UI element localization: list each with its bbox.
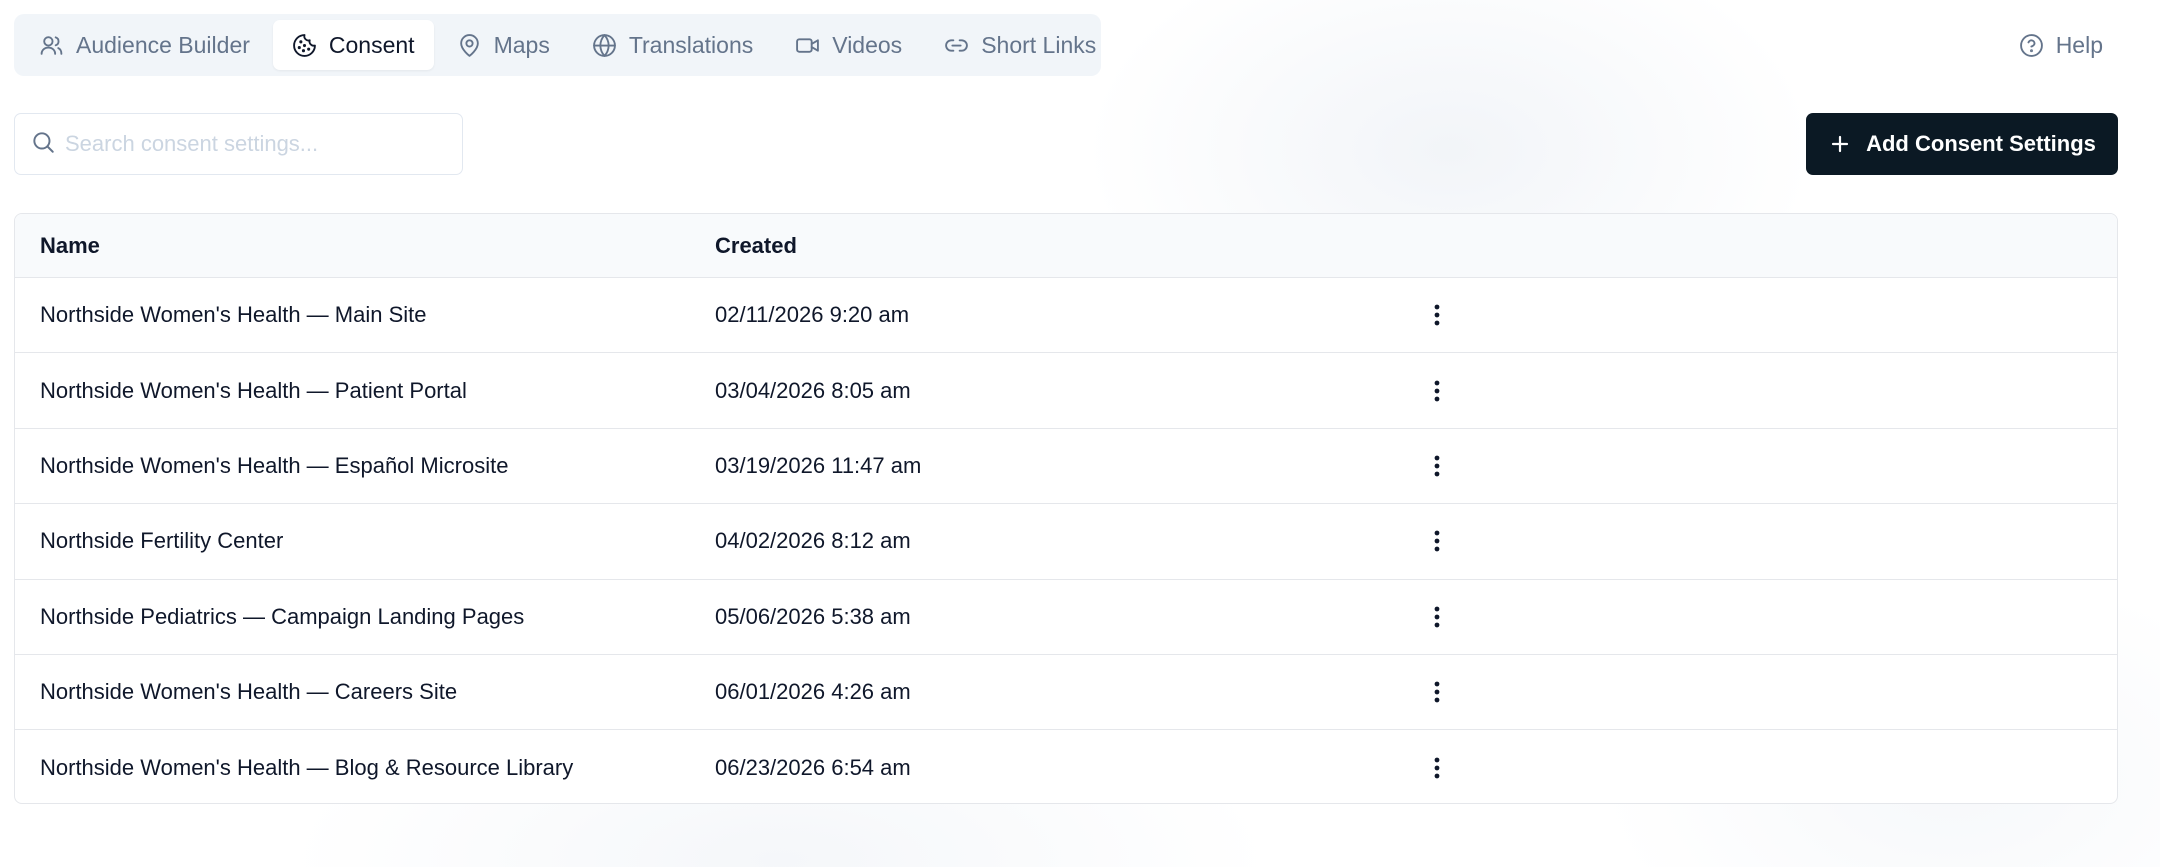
more-vertical-icon: [1434, 530, 1440, 552]
row-name: Northside Fertility Center: [40, 528, 284, 554]
help-label: Help: [2055, 31, 2103, 58]
table-row[interactable]: Northside Women's Health — Careers Site …: [15, 653, 2117, 729]
tab-label: Videos: [832, 31, 903, 58]
row-created: 02/11/2026 9:20 am: [715, 302, 910, 328]
more-vertical-icon: [1434, 681, 1440, 703]
tab-label: Maps: [493, 31, 550, 58]
tab-label: Translations: [628, 31, 754, 58]
row-name: Northside Women's Health — Careers Site: [40, 679, 458, 705]
row-created: 05/06/2026 5:38 am: [715, 603, 911, 629]
row-name: Northside Women's Health — Patient Porta…: [40, 377, 467, 403]
add-button-label: Add Consent Settings: [1866, 131, 2096, 156]
tab-audience-builder[interactable]: Audience Builder: [20, 20, 269, 70]
table-row[interactable]: Northside Women's Health — Blog & Resour…: [15, 729, 2117, 803]
help-link[interactable]: Help: [2019, 28, 2103, 62]
row-actions-button[interactable]: [1407, 672, 1467, 712]
row-name: Northside Women's Health — Main Site: [40, 302, 427, 328]
column-header-created[interactable]: Created: [715, 233, 1415, 259]
row-actions-button[interactable]: [1407, 371, 1467, 411]
search-box: [14, 113, 463, 175]
more-vertical-icon: [1434, 455, 1440, 477]
more-vertical-icon: [1434, 380, 1440, 401]
globe-icon: [592, 33, 617, 58]
row-created: 04/02/2026 8:12 am: [715, 528, 911, 554]
map-pin-icon: [457, 33, 482, 58]
column-header-name[interactable]: Name: [15, 233, 715, 259]
row-created: 03/19/2026 11:47 am: [715, 452, 922, 478]
row-name: Northside Women's Health — Español Micro…: [40, 452, 509, 478]
table-row[interactable]: Northside Pediatrics — Campaign Landing …: [15, 578, 2117, 654]
users-icon: [39, 33, 64, 58]
row-created: 03/04/2026 8:05 am: [715, 377, 911, 403]
more-vertical-icon: [1434, 304, 1440, 326]
row-actions-button[interactable]: [1407, 597, 1467, 637]
tab-short-links[interactable]: Short Links: [925, 20, 1115, 70]
app-tab-bar: Audience Builder Consent Maps Translatio…: [14, 14, 1101, 76]
search-input[interactable]: [65, 124, 450, 164]
consent-settings-table: Name Created Northside Women's Health — …: [14, 213, 2118, 804]
row-name: Northside Women's Health — Blog & Resour…: [40, 754, 574, 780]
row-actions-button[interactable]: [1407, 295, 1467, 335]
tab-label: Audience Builder: [76, 31, 250, 58]
table-row[interactable]: Northside Fertility Center 04/02/2026 8:…: [15, 503, 2117, 578]
table-row[interactable]: Northside Women's Health — Patient Porta…: [15, 352, 2117, 427]
more-vertical-icon: [1434, 606, 1440, 628]
tab-consent[interactable]: Consent: [272, 20, 434, 70]
tab-label: Short Links: [981, 31, 1097, 58]
plus-icon: [1828, 132, 1852, 156]
row-actions-button[interactable]: [1407, 748, 1467, 788]
help-circle-icon: [2019, 33, 2044, 58]
add-consent-settings-button[interactable]: Add Consent Settings: [1806, 113, 2118, 175]
table-row[interactable]: Northside Women's Health — Español Micro…: [15, 427, 2117, 503]
row-name: Northside Pediatrics — Campaign Landing …: [40, 603, 525, 629]
tab-videos[interactable]: Videos: [776, 20, 921, 70]
tab-translations[interactable]: Translations: [573, 20, 772, 70]
more-vertical-icon: [1434, 757, 1440, 778]
row-created: 06/23/2026 6:54 am: [715, 754, 911, 780]
cookie-icon: [292, 33, 317, 58]
tab-label: Consent: [328, 31, 415, 58]
link-icon: [944, 33, 969, 58]
table-row[interactable]: Northside Women's Health — Main Site 02/…: [15, 277, 2117, 352]
row-created: 06/01/2026 4:26 am: [715, 679, 911, 705]
tab-maps[interactable]: Maps: [438, 20, 569, 70]
row-actions-button[interactable]: [1407, 521, 1467, 561]
search-icon: [30, 129, 56, 155]
video-icon: [795, 33, 820, 58]
row-actions-button[interactable]: [1407, 446, 1467, 486]
table-header: Name Created: [15, 214, 2117, 277]
